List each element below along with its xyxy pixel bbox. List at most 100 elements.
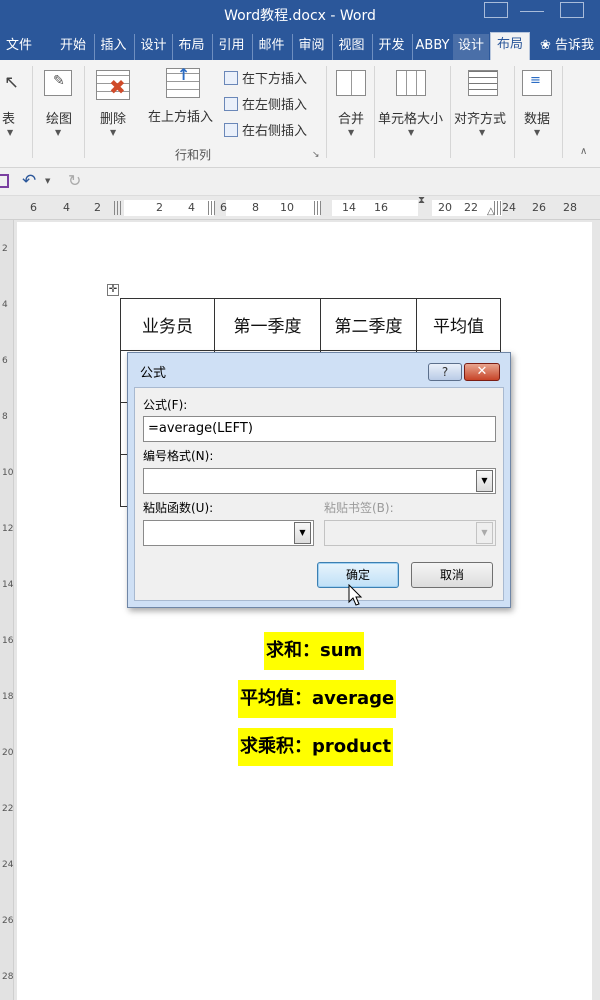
tab-view[interactable]: 视图 [332, 34, 370, 60]
redo-icon[interactable]: ↻ [68, 171, 81, 190]
insert-column-right-icon [224, 123, 238, 137]
tab-design[interactable]: 设计 [134, 34, 172, 60]
dialog-body: 公式(F): =average(LEFT) 编号格式(N): ▼ 粘贴函数(U)… [134, 387, 504, 601]
help-button[interactable]: ? [428, 363, 462, 381]
paste-function-select[interactable] [143, 520, 314, 546]
maximize-button[interactable] [560, 2, 584, 18]
ruler-number: 2 [2, 244, 8, 254]
data-button[interactable]: ≡ 数据 ▼ [518, 66, 558, 138]
ruler-number: 12 [2, 524, 14, 534]
mouse-pointer-icon [348, 584, 363, 606]
alignment-icon [468, 70, 498, 96]
ruler-number: 24 [2, 860, 14, 870]
title-bar: Word教程.docx - Word [0, 0, 600, 30]
insert-below-button[interactable]: 在下方插入 [224, 68, 307, 87]
dialog-launcher-icon[interactable]: ↘ [312, 150, 320, 160]
column-marker[interactable] [494, 201, 502, 215]
delete-button[interactable]: ✖ 删除 ▼ [90, 66, 138, 138]
undo-icon[interactable]: ↶ [22, 171, 36, 191]
column-marker[interactable] [314, 201, 322, 215]
cell-size-button[interactable]: 单元格大小 ▼ [376, 66, 448, 138]
save-icon[interactable] [0, 174, 9, 188]
chevron-down-icon[interactable]: ▼ [476, 470, 493, 492]
group-label-rows-cols: 行和列 [175, 148, 212, 162]
cell-size-icon [396, 70, 426, 96]
tab-mailings[interactable]: 邮件 [252, 34, 290, 60]
table-header-cell[interactable]: 第一季度 [214, 298, 321, 351]
formula-input[interactable]: =average(LEFT) [143, 416, 496, 442]
tell-me-box[interactable]: ❀ 告诉我 [540, 34, 600, 60]
merge-button[interactable]: 合并 ▼ [332, 66, 372, 138]
ruler-number: 22 [2, 804, 14, 814]
draw-table-button[interactable]: ✎ 绘图 ▼ [40, 66, 80, 138]
window-title: Word教程.docx - Word [224, 8, 376, 24]
formula-dialog: 公式 ? ✕ 公式(F): =average(LEFT) 编号格式(N): ▼ … [127, 352, 511, 608]
formula-label: 公式(F): [143, 398, 188, 412]
minimize-button[interactable] [520, 2, 544, 12]
close-button[interactable]: ✕ [464, 363, 500, 381]
ruler-number: 6 [2, 356, 8, 366]
tab-references[interactable]: 引用 [212, 34, 250, 60]
align-label: 对齐方式 [454, 112, 507, 127]
undo-dropdown-icon[interactable]: ▼ [45, 177, 50, 185]
dialog-title: 公式 [140, 366, 167, 381]
insert-below-label: 在下方插入 [242, 72, 308, 87]
table-move-handle-icon[interactable]: ✛ [107, 284, 119, 296]
ruler-number: 24 [502, 201, 516, 214]
insert-above-label: 在上方插入 [148, 110, 214, 125]
tab-table-layout[interactable]: 布局 [490, 32, 530, 60]
insert-right-button[interactable]: 在右侧插入 [224, 120, 307, 139]
column-marker[interactable] [114, 201, 122, 215]
draw-label: 绘图 [46, 112, 73, 127]
paste-function-label: 粘贴函数(U): [143, 501, 214, 515]
insert-above-button[interactable]: ↑ 在上方插入 [144, 65, 220, 126]
alignment-button[interactable]: 对齐方式 ▼ [452, 66, 512, 138]
note-sum: 求和：sum [264, 632, 365, 670]
chevron-down-icon[interactable]: ▼ [294, 522, 311, 544]
cancel-button[interactable]: 取消 [411, 562, 493, 588]
number-format-select[interactable] [143, 468, 496, 494]
divider [562, 66, 563, 158]
chevron-down-icon: ▼ [534, 128, 541, 137]
vertical-scrollbar[interactable] [592, 220, 600, 1000]
ruler-number: 20 [2, 748, 14, 758]
tab-review[interactable]: 审阅 [292, 34, 330, 60]
column-marker[interactable] [208, 201, 216, 215]
chevron-down-icon: ▼ [55, 128, 62, 137]
ruler-number: 4 [63, 201, 70, 214]
tab-file[interactable]: 文件 [2, 34, 36, 60]
vertical-ruler[interactable]: 2 4 6 8 10 12 14 16 18 20 22 24 26 28 [0, 220, 14, 1000]
chevron-down-icon: ▼ [110, 128, 117, 137]
note-product: 求乘积：product [238, 728, 394, 766]
ruler-number: 14 [2, 580, 14, 590]
tab-abbyy[interactable]: ABBY [412, 34, 452, 60]
tab-layout[interactable]: 布局 [172, 34, 210, 60]
ruler-number: 4 [2, 300, 8, 310]
cell-size-label: 单元格大小 [378, 112, 444, 127]
table-header-cell[interactable]: 业务员 [120, 298, 215, 351]
ruler-number: 28 [2, 972, 14, 982]
ruler-number: 8 [2, 412, 8, 422]
tab-insert[interactable]: 插入 [94, 34, 132, 60]
ruler-number: 26 [2, 916, 14, 926]
insert-left-button[interactable]: 在左侧插入 [224, 94, 307, 113]
chevron-down-icon: ▼ [408, 128, 415, 137]
paste-bookmark-label: 粘贴书签(B): [324, 501, 394, 515]
data-label: 数据 [524, 112, 551, 127]
insert-right-label: 在右侧插入 [242, 124, 308, 139]
ruler-number: 14 [342, 201, 356, 214]
table-header-cell[interactable]: 平均值 [416, 298, 501, 351]
ruler-number: 16 [374, 201, 388, 214]
indent-marker-icon[interactable]: ⧗ [418, 196, 425, 206]
collapse-ribbon-icon[interactable]: ∧ [580, 146, 587, 157]
ribbon-tabs: 文件 开始 插入 设计 布局 引用 邮件 审阅 视图 开发 ABBY 设计 布局… [0, 30, 600, 60]
tab-table-design[interactable]: 设计 [453, 34, 489, 60]
select-button[interactable]: ↖ 表 ▼ [0, 66, 22, 137]
tab-home[interactable]: 开始 [55, 34, 91, 60]
horizontal-ruler[interactable]: 6 4 2 2 4 6 8 10 14 16 ⧗ 20 22 △ 24 26 2… [0, 196, 600, 220]
insert-row-below-icon [224, 71, 238, 85]
tab-developer[interactable]: 开发 [372, 34, 410, 60]
table-label: 表 [2, 112, 16, 127]
ribbon-display-options-button[interactable] [484, 2, 508, 18]
table-header-cell[interactable]: 第二季度 [320, 298, 417, 351]
